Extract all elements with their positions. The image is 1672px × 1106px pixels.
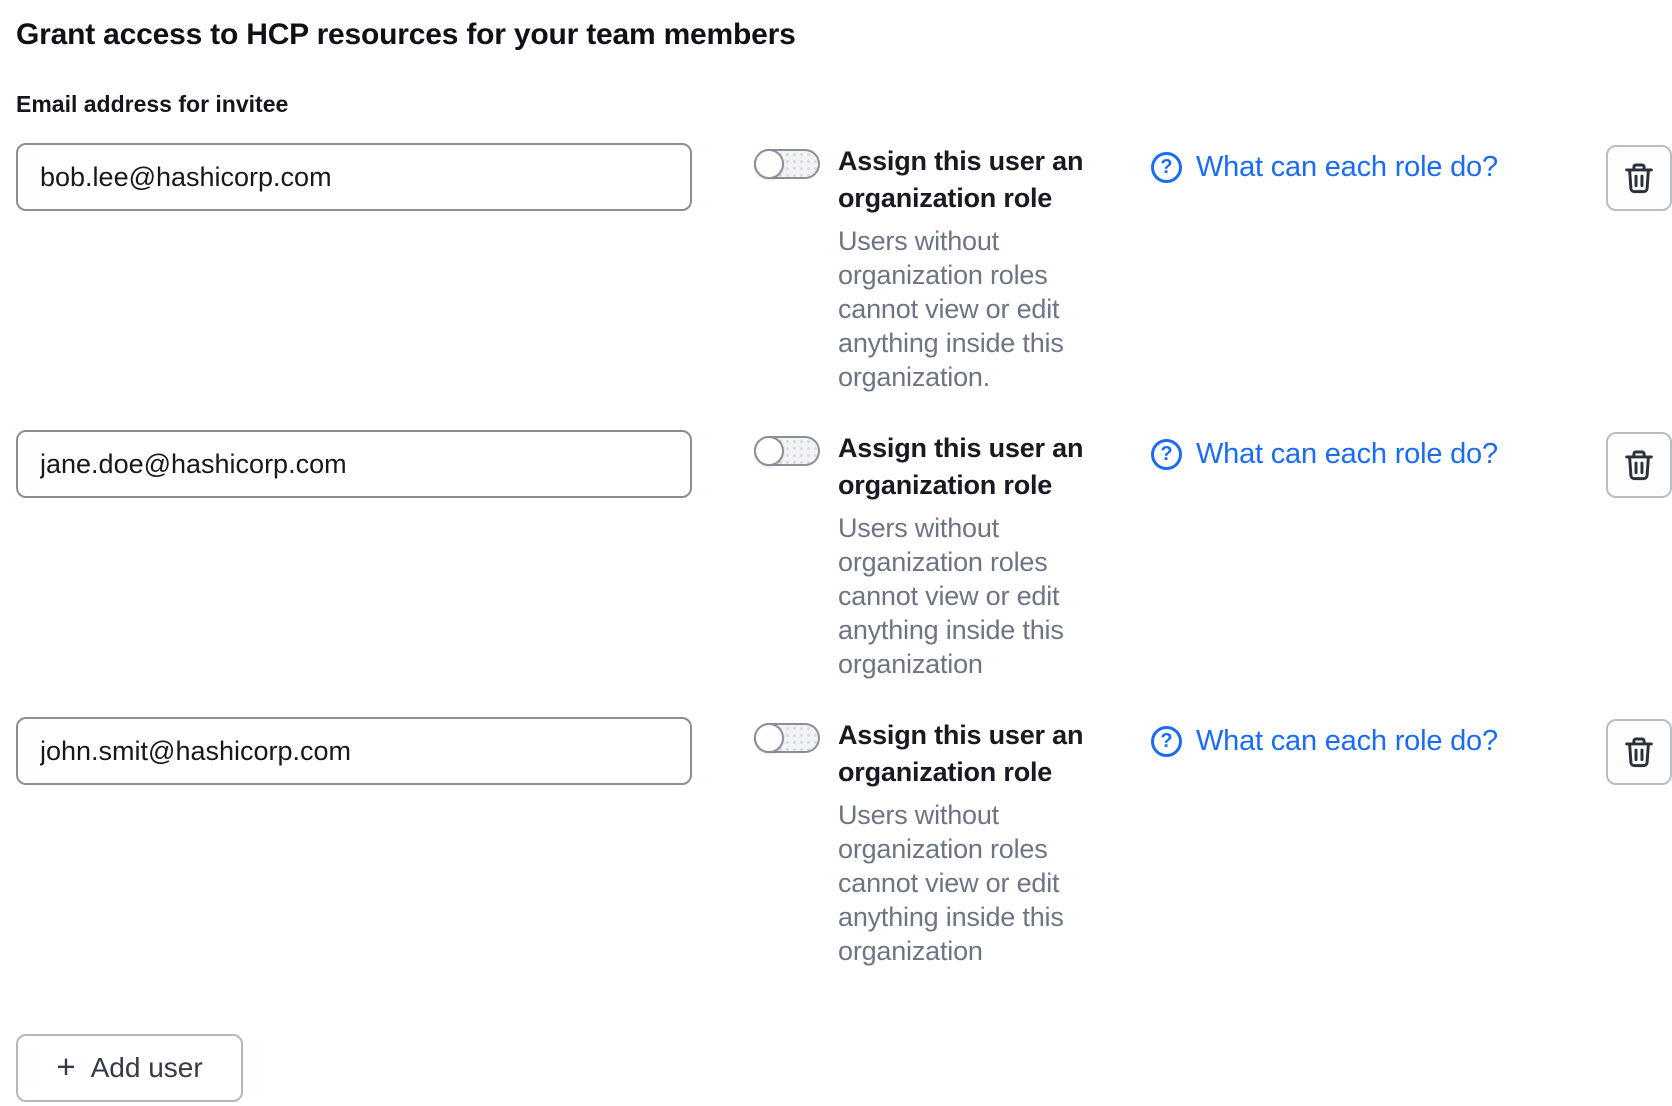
add-user-label: Add user xyxy=(91,1052,203,1084)
role-help-link-label: What can each role do? xyxy=(1196,724,1498,758)
organization-role-toggle[interactable] xyxy=(754,436,820,466)
organization-role-toggle[interactable] xyxy=(754,149,820,179)
question-circle-icon: ? xyxy=(1151,439,1182,470)
question-circle-icon: ? xyxy=(1151,152,1182,183)
delete-user-button[interactable] xyxy=(1606,719,1672,785)
assign-role-text-block: Assign this user an organization role Us… xyxy=(838,430,1094,681)
role-help-link-label: What can each role do? xyxy=(1196,150,1498,184)
trash-icon xyxy=(1622,161,1656,195)
add-user-button[interactable]: + Add user xyxy=(16,1034,243,1102)
assign-role-helper-text: Users without organization roles cannot … xyxy=(838,511,1094,681)
assign-role-text-block: Assign this user an organization role Us… xyxy=(838,143,1094,394)
invitee-row: Assign this user an organization role Us… xyxy=(16,717,1672,968)
trash-icon xyxy=(1622,735,1656,769)
plus-icon: + xyxy=(56,1050,75,1083)
trash-icon xyxy=(1622,448,1656,482)
organization-role-toggle[interactable] xyxy=(754,723,820,753)
assign-role-title: Assign this user an organization role xyxy=(838,430,1094,504)
what-can-each-role-do-link[interactable]: ? What can each role do? xyxy=(1151,150,1561,184)
delete-user-button[interactable] xyxy=(1606,145,1672,211)
page-title: Grant access to HCP resources for your t… xyxy=(16,14,1672,56)
invitee-row: Assign this user an organization role Us… xyxy=(16,143,1672,394)
delete-user-button[interactable] xyxy=(1606,432,1672,498)
email-input[interactable] xyxy=(16,430,692,498)
what-can-each-role-do-link[interactable]: ? What can each role do? xyxy=(1151,437,1561,471)
email-address-label: Email address for invitee xyxy=(16,90,1672,118)
toggle-knob-icon xyxy=(754,723,784,753)
assign-role-title: Assign this user an organization role xyxy=(838,143,1094,217)
assign-role-helper-text: Users without organization roles cannot … xyxy=(838,798,1094,968)
invitee-row: Assign this user an organization role Us… xyxy=(16,430,1672,681)
assign-role-title: Assign this user an organization role xyxy=(838,717,1094,791)
role-help-link-label: What can each role do? xyxy=(1196,437,1498,471)
toggle-knob-icon xyxy=(754,436,784,466)
assign-role-helper-text: Users without organization roles cannot … xyxy=(838,224,1094,394)
question-circle-icon: ? xyxy=(1151,726,1182,757)
toggle-knob-icon xyxy=(754,149,784,179)
email-input[interactable] xyxy=(16,717,692,785)
assign-role-text-block: Assign this user an organization role Us… xyxy=(838,717,1094,968)
what-can-each-role-do-link[interactable]: ? What can each role do? xyxy=(1151,724,1561,758)
invitee-rows: Assign this user an organization role Us… xyxy=(16,143,1672,968)
invite-users-form: Grant access to HCP resources for your t… xyxy=(0,0,1672,1102)
email-input[interactable] xyxy=(16,143,692,211)
